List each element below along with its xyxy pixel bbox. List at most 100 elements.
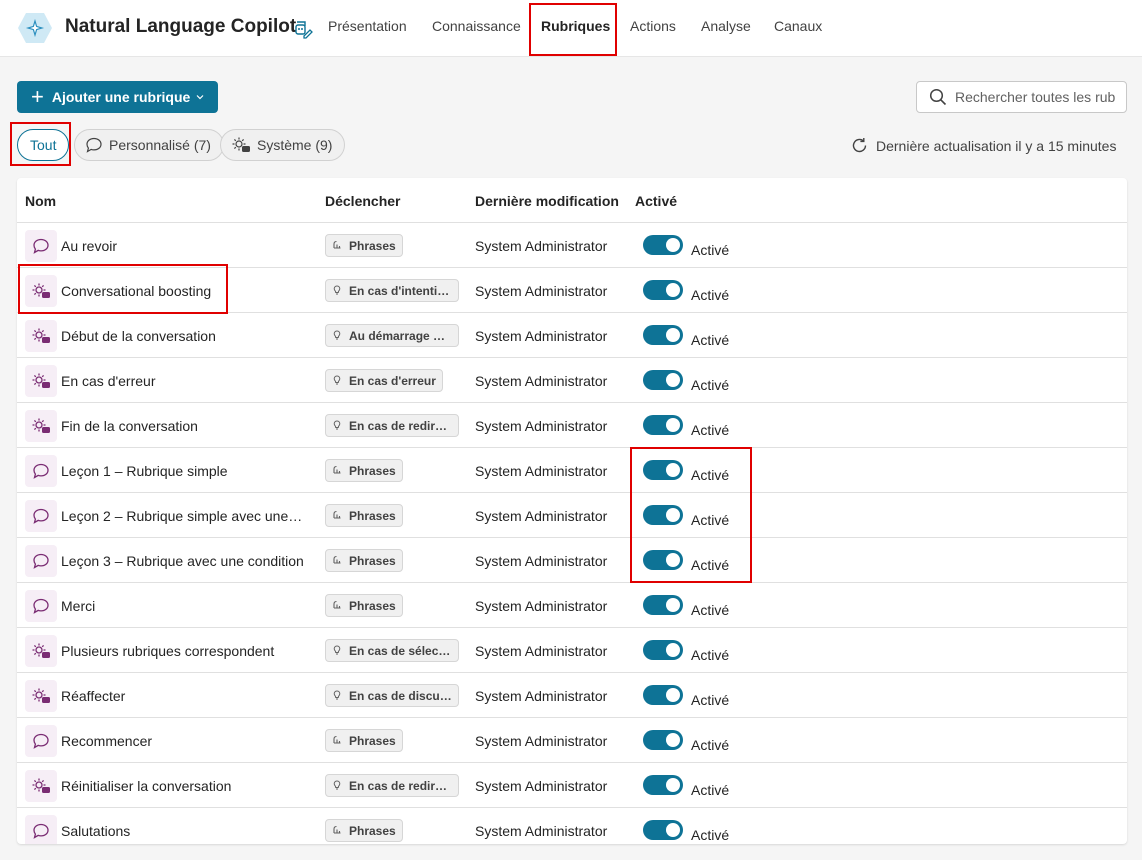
topic-name[interactable]: Au revoir — [61, 238, 306, 254]
bulb-icon — [332, 374, 349, 388]
table-row[interactable]: Recommencer Phrases System Administrator Ac… — [17, 718, 1127, 763]
trigger-badge: En cas d'intention inconnue — [325, 279, 459, 302]
highlight-conversational-boosting — [18, 264, 228, 314]
enabled-label: Activé — [691, 242, 730, 258]
trigger-label: Phrases — [349, 238, 396, 253]
trigger-badge: En cas de redirection — [325, 774, 459, 797]
table-row[interactable]: Leçon 2 – Rubrique simple avec une condi… — [17, 493, 1127, 538]
toggle-knob — [666, 238, 680, 252]
trigger-label: Phrases — [349, 598, 396, 613]
enabled-toggle[interactable] — [643, 820, 683, 840]
table-row[interactable]: Réinitialiser la conversation En cas de r… — [17, 763, 1127, 808]
table-row[interactable]: Au revoir Phrases System Administrator Acti… — [17, 223, 1127, 268]
highlight-lesson-toggles — [630, 447, 752, 583]
filter-system-label: Système (9) — [257, 137, 333, 153]
system-topic-icon — [232, 137, 250, 152]
system-topic-icon — [25, 410, 57, 442]
enabled-toggle[interactable] — [643, 595, 683, 615]
trigger-badge: Phrases — [325, 504, 403, 527]
trigger-badge: Phrases — [325, 459, 403, 482]
table-row[interactable]: Réaffecter En cas de discussion System Adm… — [17, 673, 1127, 718]
tab-analyse[interactable]: Analyse — [701, 18, 751, 34]
enabled-toggle[interactable] — [643, 685, 683, 705]
table-row[interactable]: Début de la conversation Au démarrage de … — [17, 313, 1127, 358]
add-topic-button[interactable]: + Ajouter une rubrique — [17, 81, 218, 113]
tab-canaux[interactable]: Canaux — [774, 18, 822, 34]
topic-name[interactable]: Recommencer — [61, 733, 306, 749]
search-icon — [929, 88, 947, 106]
last-modified: System Administrator — [475, 688, 608, 704]
enabled-label: Activé — [691, 602, 730, 618]
column-header-enabled[interactable]: Activé — [635, 193, 677, 209]
enabled-toggle[interactable] — [643, 370, 683, 390]
highlight-filter-all — [10, 122, 71, 166]
copilot-logo-icon — [18, 13, 52, 43]
enabled-toggle[interactable] — [643, 325, 683, 345]
topic-name[interactable]: Leçon 1 – Rubrique simple — [61, 463, 306, 479]
last-modified: System Administrator — [475, 823, 608, 839]
chat-icon — [25, 230, 57, 262]
chat-icon — [25, 725, 57, 757]
table-row[interactable]: Plusieurs rubriques correspondent En cas … — [17, 628, 1127, 673]
trigger-badge: En cas de sélection multiple — [325, 639, 459, 662]
enabled-toggle[interactable] — [643, 775, 683, 795]
chat-icon — [86, 137, 102, 153]
bulb-icon — [332, 284, 349, 298]
topic-name[interactable]: Réinitialiser la conversation — [61, 778, 306, 794]
table-row[interactable]: Leçon 1 – Rubrique simple Phrases System A… — [17, 448, 1127, 493]
table-row[interactable]: Salutations Phrases System Administrator Ac… — [17, 808, 1127, 844]
topic-name[interactable]: Merci — [61, 598, 306, 614]
column-header-trigger[interactable]: Déclencher — [325, 193, 400, 209]
chat-icon — [25, 455, 57, 487]
enabled-toggle[interactable] — [643, 640, 683, 660]
trigger-label: Phrases — [349, 733, 396, 748]
topic-name[interactable]: En cas d'erreur — [61, 373, 306, 389]
table-row[interactable]: En cas d'erreur En cas d'erreur System Adm… — [17, 358, 1127, 403]
topic-name[interactable]: Plusieurs rubriques correspondent — [61, 643, 306, 659]
topic-name[interactable]: Fin de la conversation — [61, 418, 306, 434]
last-modified: System Administrator — [475, 643, 608, 659]
trigger-badge: Phrases — [325, 549, 403, 572]
enabled-toggle[interactable] — [643, 415, 683, 435]
trigger-label: En cas de sélection multiple — [349, 643, 452, 658]
topic-name[interactable]: Leçon 3 – Rubrique avec une condition — [61, 553, 306, 569]
plus-icon: + — [31, 84, 44, 109]
tab-connaissance[interactable]: Connaissance — [432, 18, 521, 34]
filter-system[interactable]: Système (9) — [220, 129, 346, 161]
topic-name[interactable]: Début de la conversation — [61, 328, 306, 344]
enabled-toggle[interactable] — [643, 280, 683, 300]
edit-bot-icon[interactable] — [293, 19, 313, 39]
add-topic-label: Ajouter une rubrique — [51, 89, 191, 105]
filter-custom-label: Personnalisé (7) — [109, 137, 211, 153]
enabled-label: Activé — [691, 737, 730, 753]
search-input[interactable] — [955, 89, 1115, 105]
column-header-modified[interactable]: Dernière modification — [475, 193, 619, 209]
topic-name[interactable]: Réaffecter — [61, 688, 306, 704]
bulb-icon — [332, 689, 349, 703]
phrases-icon — [332, 464, 349, 478]
enabled-toggle[interactable] — [643, 235, 683, 255]
tab-presentation[interactable]: Présentation — [328, 18, 407, 34]
enabled-toggle[interactable] — [643, 730, 683, 750]
refresh-status[interactable]: Dernière actualisation il y a 15 minutes — [851, 137, 1116, 154]
search-box[interactable] — [916, 81, 1127, 113]
enabled-label: Activé — [691, 782, 730, 798]
trigger-label: Phrases — [349, 508, 396, 523]
toggle-knob — [666, 688, 680, 702]
trigger-label: Phrases — [349, 463, 396, 478]
filter-custom[interactable]: Personnalisé (7) — [74, 129, 224, 161]
tab-actions[interactable]: Actions — [630, 18, 676, 34]
topic-name[interactable]: Leçon 2 – Rubrique simple avec une condi… — [61, 508, 306, 524]
trigger-label: Au démarrage de la conversation — [349, 328, 452, 343]
topic-name[interactable]: Salutations — [61, 823, 306, 839]
bulb-icon — [332, 779, 349, 793]
table-row[interactable]: Merci Phrases System Administrator Activé — [17, 583, 1127, 628]
phrases-icon — [332, 239, 349, 253]
table-row[interactable]: Leçon 3 – Rubrique avec une condition Phr… — [17, 538, 1127, 583]
highlight-tab-rubriques — [529, 3, 617, 56]
table-row[interactable]: Fin de la conversation En cas de redirect… — [17, 403, 1127, 448]
trigger-label: Phrases — [349, 823, 396, 838]
column-header-name[interactable]: Nom — [25, 193, 56, 209]
trigger-badge: Phrases — [325, 729, 403, 752]
last-modified: System Administrator — [475, 238, 608, 254]
